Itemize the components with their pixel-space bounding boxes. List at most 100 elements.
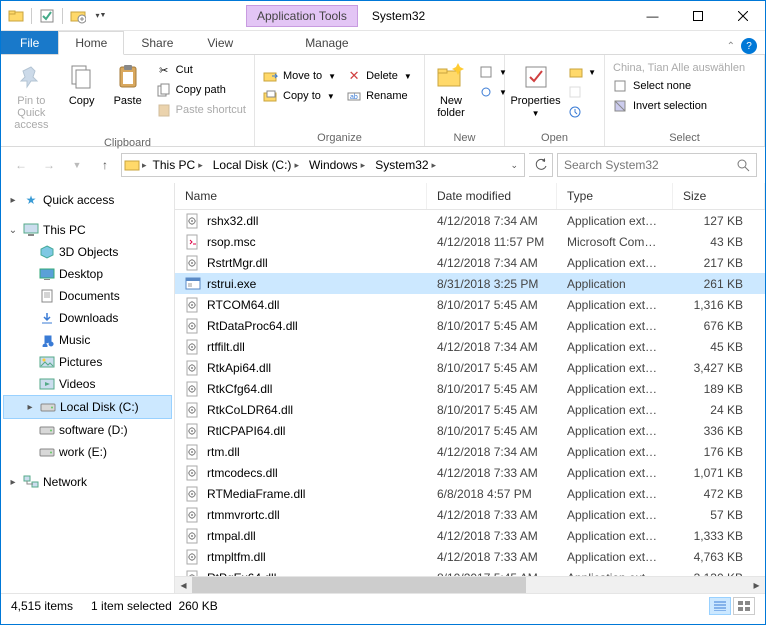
search-input[interactable]: Search System32 bbox=[557, 153, 757, 177]
back-button[interactable]: ← bbox=[9, 153, 33, 177]
maximize-button[interactable] bbox=[675, 1, 720, 30]
large-icons-view-button[interactable] bbox=[733, 597, 755, 615]
nav-quick-access[interactable]: ▸★Quick access bbox=[1, 189, 174, 211]
nav-item-local-disk-c-[interactable]: ▸Local Disk (C:) bbox=[3, 395, 172, 419]
chevron-right-icon[interactable]: ▸ bbox=[142, 160, 147, 171]
file-row[interactable]: rtmpltfm.dll4/12/2018 7:33 AMApplication… bbox=[175, 546, 765, 567]
qat-newfolder-icon[interactable] bbox=[67, 5, 89, 27]
nav-network[interactable]: ▸Network bbox=[1, 471, 174, 493]
details-view-button[interactable] bbox=[709, 597, 731, 615]
file-row[interactable]: RtlCPAPI64.dll8/10/2017 5:45 AMApplicati… bbox=[175, 420, 765, 441]
nav-item-pictures[interactable]: Pictures bbox=[1, 351, 174, 373]
breadcrumb-segment[interactable]: Windows▸ bbox=[305, 158, 369, 172]
minimize-button[interactable]: — bbox=[630, 1, 675, 30]
nav-item-3d-objects[interactable]: 3D Objects bbox=[1, 241, 174, 263]
file-row[interactable]: RtDataProc64.dll8/10/2017 5:45 AMApplica… bbox=[175, 315, 765, 336]
qat-customize-dropdown[interactable]: ▾▼ bbox=[90, 5, 112, 27]
column-type[interactable]: Type bbox=[557, 183, 673, 209]
file-list[interactable]: rshx32.dll4/12/2018 7:34 AMApplication e… bbox=[175, 210, 765, 576]
file-row[interactable]: rtm.dll4/12/2018 7:34 AMApplication exte… bbox=[175, 441, 765, 462]
rename-button[interactable]: abRename bbox=[342, 87, 416, 105]
cut-button[interactable]: ✂Cut bbox=[152, 61, 250, 79]
breadcrumb-segment[interactable]: This PC▸ bbox=[149, 158, 207, 172]
qat-folder-icon[interactable] bbox=[5, 5, 27, 27]
qat-properties-icon[interactable] bbox=[36, 5, 58, 27]
file-row[interactable]: rtmpal.dll4/12/2018 7:33 AMApplication e… bbox=[175, 525, 765, 546]
copy-path-button[interactable]: Copy path bbox=[152, 81, 250, 99]
file-type-icon bbox=[185, 255, 201, 271]
edit-button[interactable] bbox=[564, 83, 600, 101]
nav-item-music[interactable]: Music bbox=[1, 329, 174, 351]
file-name: rtmpal.dll bbox=[207, 529, 256, 543]
close-button[interactable] bbox=[720, 1, 765, 30]
forward-button[interactable]: → bbox=[37, 153, 61, 177]
file-row[interactable]: RTMediaFrame.dll6/8/2018 4:57 PMApplicat… bbox=[175, 483, 765, 504]
tab-manage[interactable]: Manage bbox=[288, 31, 365, 54]
file-type-icon bbox=[185, 528, 201, 544]
tab-view[interactable]: View bbox=[190, 31, 250, 54]
up-button[interactable]: ↑ bbox=[93, 153, 117, 177]
file-row[interactable]: RTCOM64.dll8/10/2017 5:45 AMApplication … bbox=[175, 294, 765, 315]
file-row[interactable]: rtffilt.dll4/12/2018 7:34 AMApplication … bbox=[175, 336, 765, 357]
nav-item-software-d-[interactable]: software (D:) bbox=[1, 419, 174, 441]
nav-item-desktop[interactable]: Desktop bbox=[1, 263, 174, 285]
copy-to-button[interactable]: Copy to▼ bbox=[259, 87, 340, 105]
scroll-thumb[interactable] bbox=[192, 577, 526, 594]
scroll-left-icon[interactable]: ◂ bbox=[175, 577, 192, 594]
file-row[interactable]: RtkApi64.dll8/10/2017 5:45 AMApplication… bbox=[175, 357, 765, 378]
pin-to-quick-access-button[interactable]: Pin to Quick access bbox=[5, 57, 58, 135]
horizontal-scrollbar[interactable]: ◂ ▸ bbox=[175, 576, 765, 593]
file-row[interactable]: rtmmvrortc.dll4/12/2018 7:33 AMApplicati… bbox=[175, 504, 765, 525]
nav-item-downloads[interactable]: Downloads bbox=[1, 307, 174, 329]
file-row[interactable]: rsop.msc4/12/2018 11:57 PMMicrosoft Comm… bbox=[175, 231, 765, 252]
new-folder-button[interactable]: New folder bbox=[429, 57, 473, 123]
file-row[interactable]: rtmcodecs.dll4/12/2018 7:33 AMApplicatio… bbox=[175, 462, 765, 483]
file-type: Application extens... bbox=[557, 445, 673, 459]
folder-icon bbox=[124, 157, 140, 173]
file-type: Application extens... bbox=[557, 508, 673, 522]
file-row[interactable]: rshx32.dll4/12/2018 7:34 AMApplication e… bbox=[175, 210, 765, 231]
file-type-icon bbox=[185, 465, 201, 481]
scroll-right-icon[interactable]: ▸ bbox=[748, 577, 765, 594]
network-icon bbox=[23, 474, 39, 490]
recent-locations-button[interactable]: ▼ bbox=[65, 153, 89, 177]
copy-button[interactable]: Copy bbox=[60, 57, 104, 111]
minimize-ribbon-icon[interactable]: ⌃ bbox=[727, 41, 735, 52]
address-dropdown[interactable]: ⌄ bbox=[506, 160, 522, 171]
column-size[interactable]: Size bbox=[673, 183, 765, 209]
select-none-button[interactable]: Select none bbox=[609, 77, 749, 95]
file-row[interactable]: RtkCfg64.dll8/10/2017 5:45 AMApplication… bbox=[175, 378, 765, 399]
tab-file[interactable]: File bbox=[1, 31, 58, 54]
file-row[interactable]: RtPgEx64.dll8/10/2017 5:45 AMApplication… bbox=[175, 567, 765, 576]
delete-button[interactable]: ✕Delete▼ bbox=[342, 67, 416, 85]
folder-type-icon bbox=[39, 376, 55, 392]
file-date: 4/12/2018 7:33 AM bbox=[427, 529, 557, 543]
invert-selection-button[interactable]: Invert selection bbox=[609, 97, 749, 115]
nav-item-documents[interactable]: Documents bbox=[1, 285, 174, 307]
open-icon bbox=[568, 64, 584, 80]
nav-item-work-e-[interactable]: work (E:) bbox=[1, 441, 174, 463]
file-row[interactable]: rstrui.exe8/31/2018 3:25 PMApplication26… bbox=[175, 273, 765, 294]
paste-button[interactable]: Paste bbox=[106, 57, 150, 111]
refresh-button[interactable] bbox=[529, 153, 553, 177]
breadcrumb-segment[interactable]: Local Disk (C:)▸ bbox=[209, 158, 303, 172]
tab-home[interactable]: Home bbox=[58, 31, 124, 55]
copy-to-icon bbox=[263, 88, 279, 104]
nav-this-pc[interactable]: ⌄This PC bbox=[1, 219, 174, 241]
file-row[interactable]: RstrtMgr.dll4/12/2018 7:34 AMApplication… bbox=[175, 252, 765, 273]
file-date: 4/12/2018 7:34 AM bbox=[427, 256, 557, 270]
breadcrumb-segment[interactable]: System32▸ bbox=[371, 158, 440, 172]
tab-share[interactable]: Share bbox=[124, 31, 190, 54]
paste-shortcut-button[interactable]: Paste shortcut bbox=[152, 101, 250, 119]
properties-button[interactable]: Properties▼ bbox=[509, 57, 562, 122]
nav-item-videos[interactable]: Videos bbox=[1, 373, 174, 395]
history-button[interactable] bbox=[564, 103, 600, 121]
move-to-button[interactable]: Move to▼ bbox=[259, 67, 340, 85]
open-button[interactable]: ▼ bbox=[564, 63, 600, 81]
file-row[interactable]: RtkCoLDR64.dll8/10/2017 5:45 AMApplicati… bbox=[175, 399, 765, 420]
help-icon[interactable]: ? bbox=[741, 38, 757, 54]
column-date[interactable]: Date modified bbox=[427, 183, 557, 209]
address-bar[interactable]: ▸ This PC▸ Local Disk (C:)▸ Windows▸ Sys… bbox=[121, 153, 525, 177]
column-name[interactable]: Name bbox=[175, 183, 427, 209]
file-size: 57 KB bbox=[673, 508, 765, 522]
